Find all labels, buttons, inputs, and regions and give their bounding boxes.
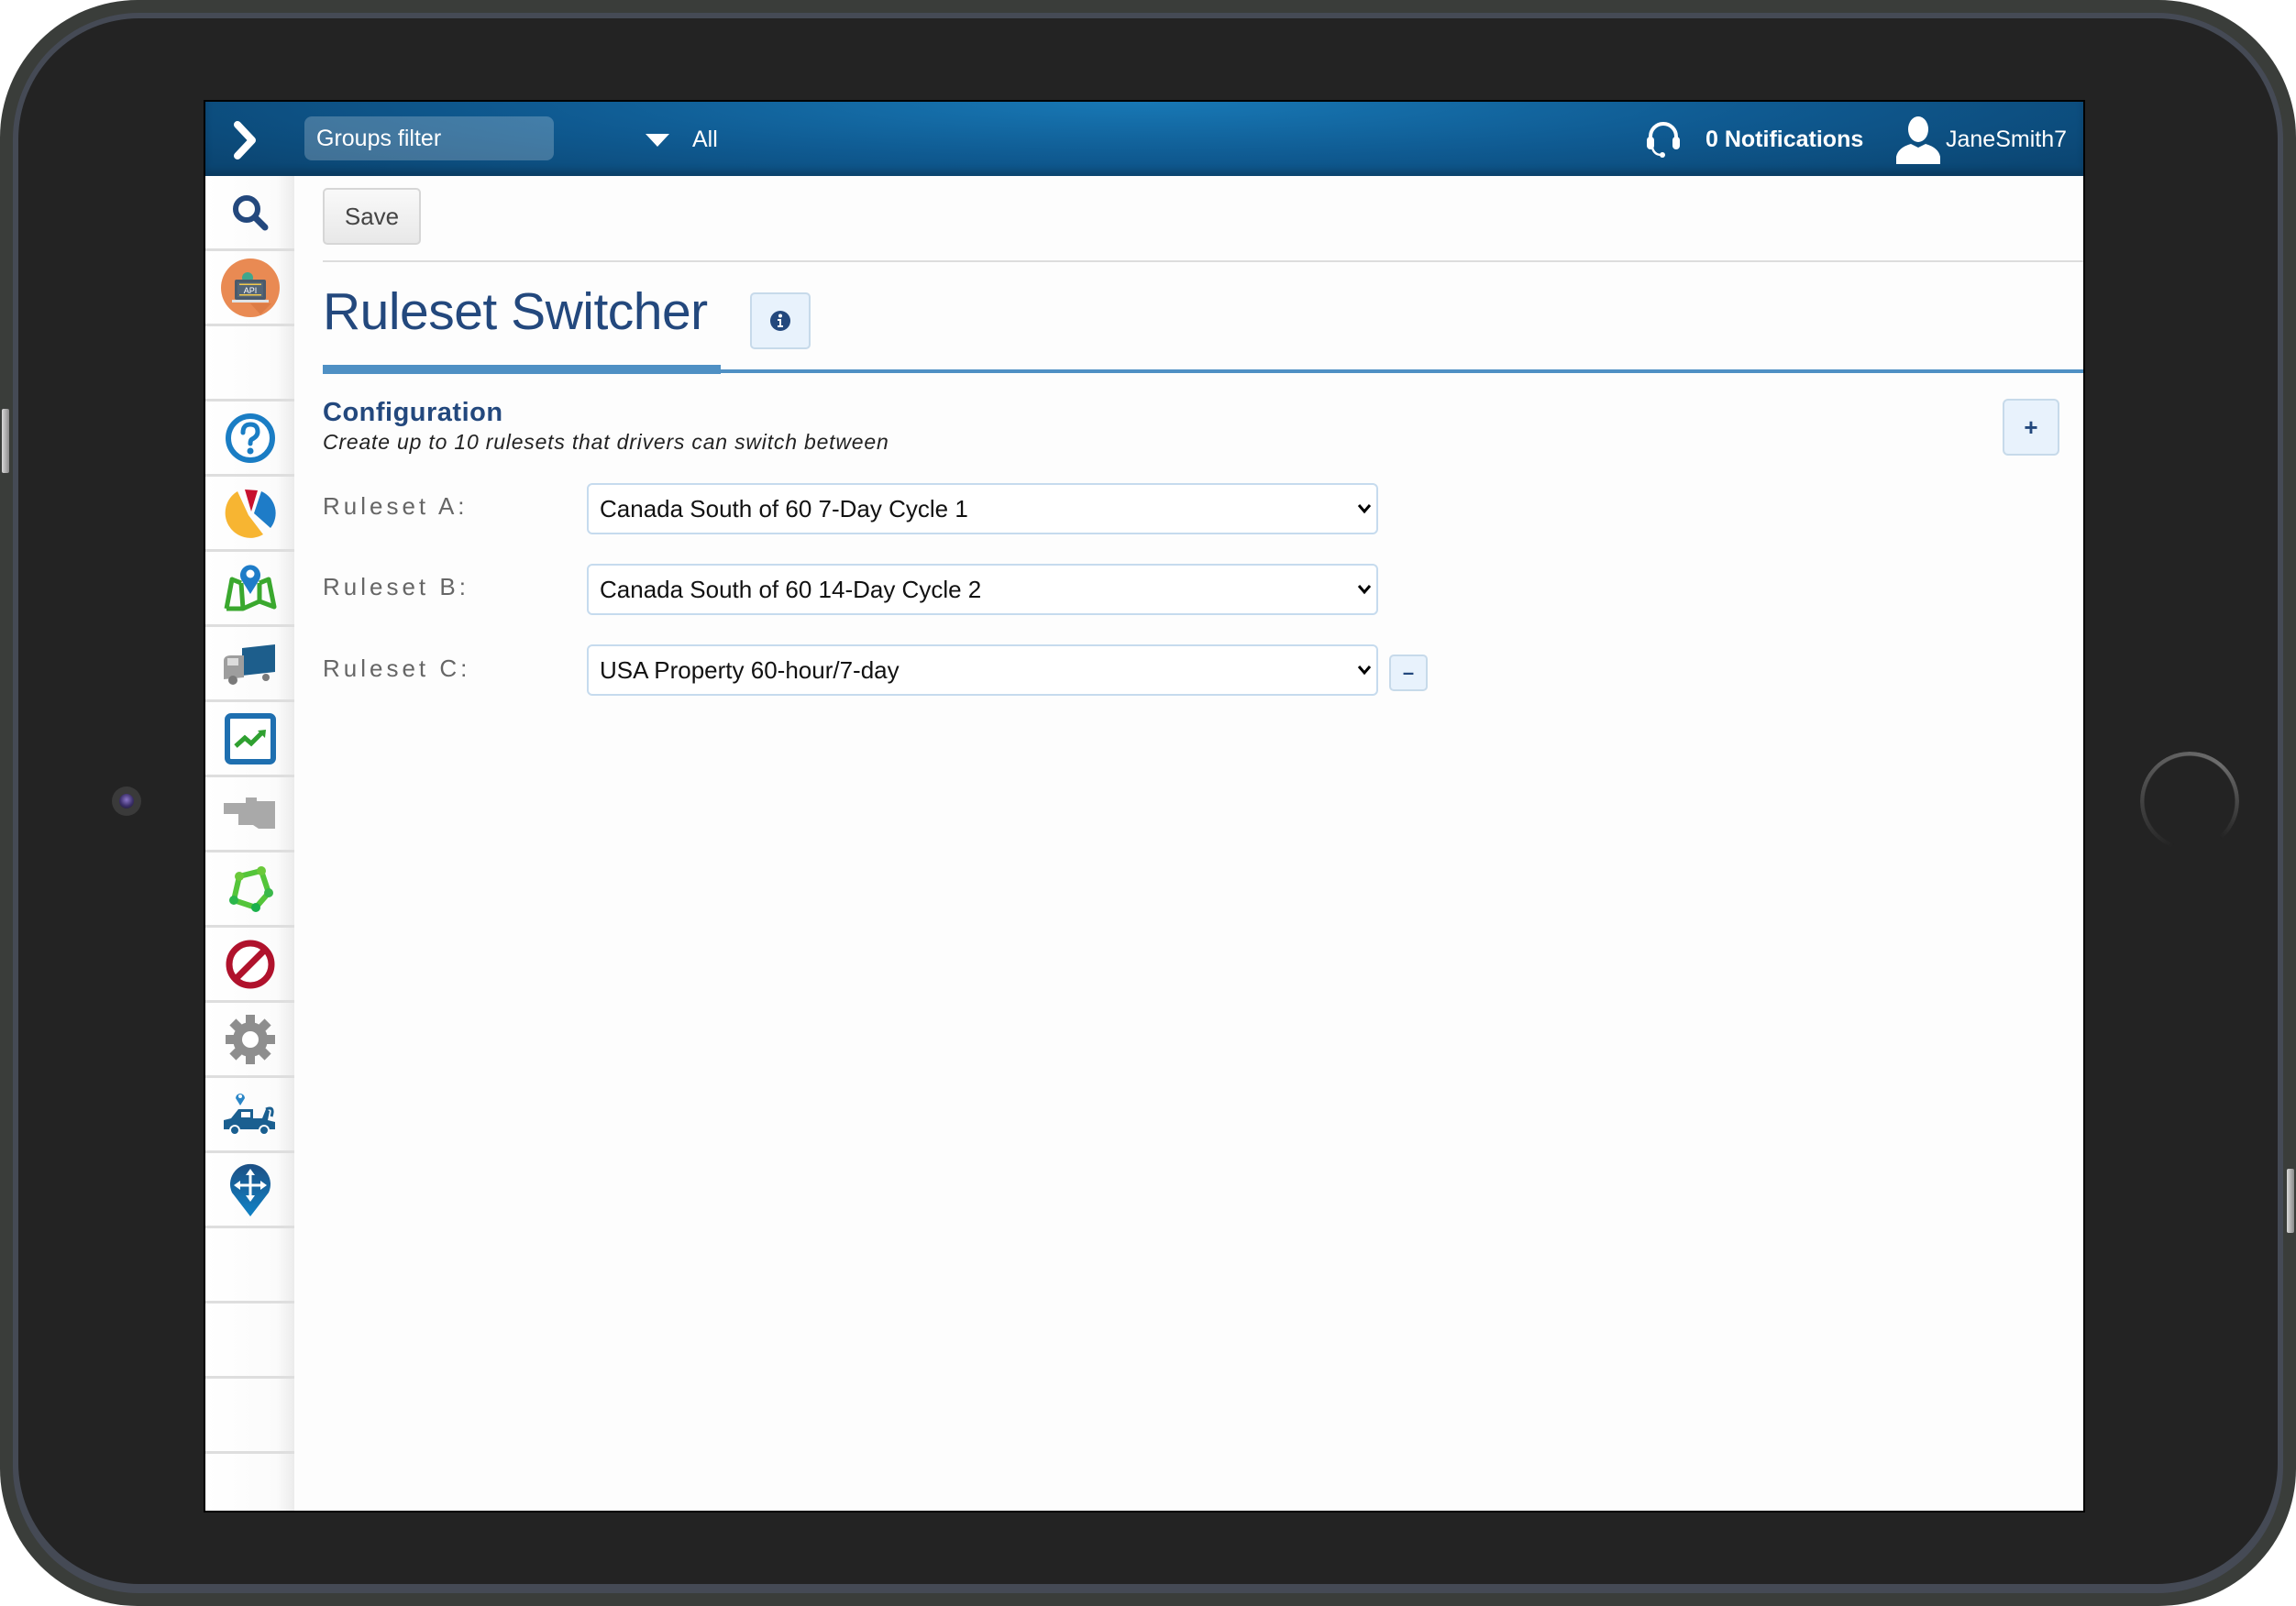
top-bar: All 0 Notifications JaneSmith7 xyxy=(205,102,2083,176)
ruleset-b-label: Ruleset B: xyxy=(323,573,469,600)
sidebar-item-empty xyxy=(205,1228,294,1304)
title-divider xyxy=(721,369,2083,373)
sidebar-item-zones[interactable] xyxy=(205,852,294,928)
svg-text:API: API xyxy=(243,286,257,295)
api-icon: API xyxy=(220,258,280,317)
sidebar-item-activity[interactable] xyxy=(205,702,294,777)
remove-ruleset-button[interactable]: – xyxy=(1389,654,1428,691)
sidebar-item-settings[interactable] xyxy=(205,1003,294,1078)
sidebar-item-empty xyxy=(205,1379,294,1454)
sidebar-item-routes[interactable] xyxy=(205,1153,294,1228)
title-underline xyxy=(323,365,721,374)
sidebar-item-map[interactable] xyxy=(205,552,294,627)
ruleset-a-label: Ruleset A: xyxy=(323,492,469,520)
chevron-right-icon xyxy=(234,121,256,160)
no-entry-icon xyxy=(226,940,274,988)
notifications-link[interactable]: 0 Notifications xyxy=(1705,126,1863,153)
info-icon xyxy=(770,311,790,331)
save-button[interactable]: Save xyxy=(323,188,421,245)
sidebar-item-help[interactable] xyxy=(205,402,294,477)
app-screen: All 0 Notifications JaneSmith7 API xyxy=(204,100,2085,1512)
groups-dropdown-caret-icon[interactable] xyxy=(646,134,669,147)
ruleset-b-select[interactable]: Canada South of 60 14-Day Cycle 2 xyxy=(587,564,1378,615)
ruleset-c-select[interactable]: USA Property 60-hour/7-day xyxy=(587,644,1378,696)
front-camera xyxy=(112,786,141,816)
configuration-description: Create up to 10 rulesets that drivers ca… xyxy=(323,430,889,454)
power-button xyxy=(2287,1169,2294,1233)
username-link[interactable]: JaneSmith7 xyxy=(1946,126,2067,153)
user-avatar-icon[interactable] xyxy=(1893,115,1944,164)
map-icon xyxy=(224,564,276,610)
sidebar: API xyxy=(205,176,294,1511)
volume-button xyxy=(2,409,9,473)
trend-chart-icon xyxy=(224,712,276,764)
info-button[interactable] xyxy=(750,292,811,349)
headset-icon[interactable] xyxy=(1643,118,1683,159)
sidebar-item-vehicles[interactable] xyxy=(205,627,294,702)
menu-toggle-button[interactable] xyxy=(226,120,266,160)
gear-icon xyxy=(225,1014,275,1064)
groups-filter-input[interactable] xyxy=(304,116,554,160)
toolbar-divider xyxy=(323,260,2083,262)
sidebar-item-empty xyxy=(205,1304,294,1379)
groups-filter-value[interactable]: All xyxy=(692,126,718,153)
sidebar-item-search[interactable] xyxy=(205,176,294,251)
ruleset-a-select[interactable]: Canada South of 60 7-Day Cycle 1 xyxy=(587,483,1378,534)
ruleset-c-label: Ruleset C: xyxy=(323,654,471,682)
sidebar-item-api[interactable]: API xyxy=(205,251,294,326)
help-icon xyxy=(225,412,275,463)
pie-chart-icon xyxy=(225,489,276,538)
sidebar-item-engine[interactable] xyxy=(205,777,294,852)
sidebar-item-reports[interactable] xyxy=(205,477,294,552)
truck-icon xyxy=(223,644,275,685)
search-icon xyxy=(232,194,268,230)
zone-icon xyxy=(228,865,273,912)
sidebar-item-empty xyxy=(205,326,294,402)
configuration-heading: Configuration xyxy=(323,398,503,427)
sidebar-item-exceptions[interactable] xyxy=(205,928,294,1003)
add-ruleset-button[interactable]: + xyxy=(2003,399,2059,456)
sidebar-item-roadside[interactable] xyxy=(205,1078,294,1153)
tow-truck-icon xyxy=(223,1093,275,1136)
page-title: Ruleset Switcher xyxy=(323,282,708,341)
move-pin-icon xyxy=(229,1163,270,1216)
engine-icon xyxy=(223,797,275,829)
home-button[interactable] xyxy=(2140,752,2239,851)
